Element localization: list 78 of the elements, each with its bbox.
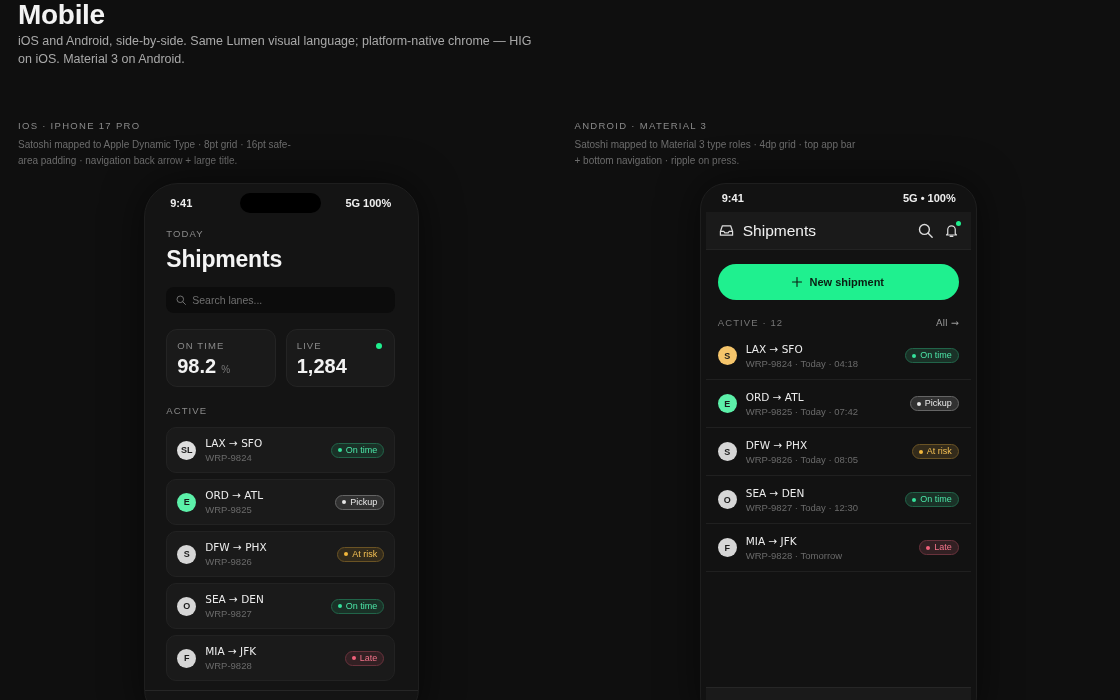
shipment-detail: WRP-9828 · Tomorrow <box>745 549 844 562</box>
shipment-detail: WRP-9826 · Today · 08:05 <box>745 453 860 466</box>
route-text: SEA → DEN <box>205 592 265 606</box>
section-caption: Satoshi mapped to Apple Dynamic Type · 8pt grid · 16pt safe-area padding · navigation back arrow + large title. <box>18 138 292 168</box>
section-label: IOS · IPHONE 17 PRO <box>18 120 142 132</box>
shipment-row[interactable]: F MIA → JFK WRP-9828 · Tomorrow Late <box>705 524 971 572</box>
shipment-row[interactable]: O SEA → DEN WRP-9827 · Today · 12:30 On time <box>705 476 971 524</box>
list-heading: ACTIVE <box>166 405 209 417</box>
avatar-initials: F <box>177 648 197 668</box>
search-icon <box>176 295 187 305</box>
avatar-initials: O <box>177 596 197 616</box>
route-text: SEA → DEN <box>745 485 806 500</box>
all-link[interactable]: All → <box>936 317 959 329</box>
avatar-initials: S <box>717 442 737 461</box>
shipment-id: WRP-9828 <box>205 660 253 672</box>
stat-value: 1,284 <box>296 354 347 378</box>
new-shipment-button[interactable]: New shipment <box>717 264 959 300</box>
shipment-id: WRP-9825 <box>205 504 253 516</box>
route-text: LAX → SFO <box>745 341 804 356</box>
shipment-row[interactable]: S DFW → PHX WRP-9826 · Today · 08:05 At risk <box>705 428 971 476</box>
route-text: LAX → SFO <box>205 436 264 450</box>
status-text: At risk <box>352 548 378 560</box>
shipment-card[interactable]: E ORD → ATL WRP-9825 Pickup <box>166 479 396 525</box>
route-text: ORD → ATL <box>205 488 264 502</box>
list-heading: ACTIVE · 12 <box>717 317 784 329</box>
shipment-row[interactable]: E ORD → ATL WRP-9825 · Today · 07:42 Pickup <box>705 380 971 428</box>
shipment-detail: WRP-9827 · Today · 12:30 <box>745 501 860 514</box>
shipment-card[interactable]: SL LAX → SFO WRP-9824 On time <box>166 427 396 473</box>
status-text: On time <box>345 444 378 456</box>
status-text: On time <box>345 600 378 612</box>
route-text: MIA → JFK <box>745 533 798 548</box>
stat-label: ON TIME <box>177 340 225 352</box>
avatar-initials: E <box>177 492 197 512</box>
route-text: DFW → PHX <box>205 540 268 554</box>
page-description: iOS and Android, side-by-side. Same Lumen visual language; platform-native chrome — HIG on iOS. Material 3 on Android. <box>18 33 533 68</box>
route-text: ORD → ATL <box>745 389 805 404</box>
shipment-card[interactable]: O SEA → DEN WRP-9827 On time <box>166 583 396 629</box>
shipment-detail: WRP-9825 · Today · 07:42 <box>745 405 860 418</box>
avatar-initials: SL <box>177 440 197 460</box>
bell-icon[interactable] <box>943 223 959 238</box>
status-text: At risk <box>926 446 952 457</box>
shipment-card[interactable]: F MIA → JFK WRP-9828 Late <box>166 635 396 681</box>
stat-value: 98.2 <box>177 354 217 378</box>
status-text: Pickup <box>350 496 378 508</box>
eyebrow-label: TODAY <box>166 228 205 240</box>
shipment-id: WRP-9826 <box>205 556 253 568</box>
avatar-initials: S <box>717 346 737 365</box>
route-text: DFW → PHX <box>745 437 809 452</box>
avatar-initials: F <box>717 538 737 557</box>
status-text: Pickup <box>924 398 952 409</box>
plus-icon <box>792 277 803 287</box>
status-text: On time <box>920 494 952 505</box>
shipment-id: WRP-9827 <box>205 608 253 620</box>
section-label: ANDROID · MATERIAL 3 <box>574 120 709 132</box>
large-title: Shipments <box>166 245 284 273</box>
avatar-initials: O <box>717 490 737 509</box>
avatar-initials: E <box>717 394 737 413</box>
status-signal: 5G • 100% <box>902 192 956 204</box>
route-text: MIA → JFK <box>205 644 258 658</box>
search-field[interactable]: Search lanes... <box>166 287 396 313</box>
stat-unit: % <box>221 364 231 375</box>
app-bar-title: Shipments <box>742 221 817 240</box>
search-icon[interactable] <box>917 223 933 238</box>
status-time: 9:41 <box>170 197 193 209</box>
shipment-card[interactable]: S DFW → PHX WRP-9826 At risk <box>166 531 396 577</box>
shipment-row[interactable]: S LAX → SFO WRP-9824 · Today · 04:18 On time <box>705 332 971 380</box>
status-text: Late <box>359 652 378 664</box>
section-caption: Satoshi mapped to Material 3 type roles · 4dp grid · top app bar + bottom navigation · ripple on press. <box>574 138 857 168</box>
status-text: Late <box>934 542 952 553</box>
status-time: 9:41 <box>721 192 744 204</box>
inbox-tray-icon <box>718 223 734 238</box>
shipment-id: WRP-9824 <box>205 452 253 464</box>
stat-label: LIVE <box>296 340 322 352</box>
shipment-detail: WRP-9824 · Today · 04:18 <box>745 357 860 370</box>
page-title: Mobile <box>18 0 106 30</box>
avatar-initials: S <box>177 544 197 564</box>
status-signal: 5G 100% <box>345 197 392 209</box>
status-text: On time <box>920 350 952 361</box>
